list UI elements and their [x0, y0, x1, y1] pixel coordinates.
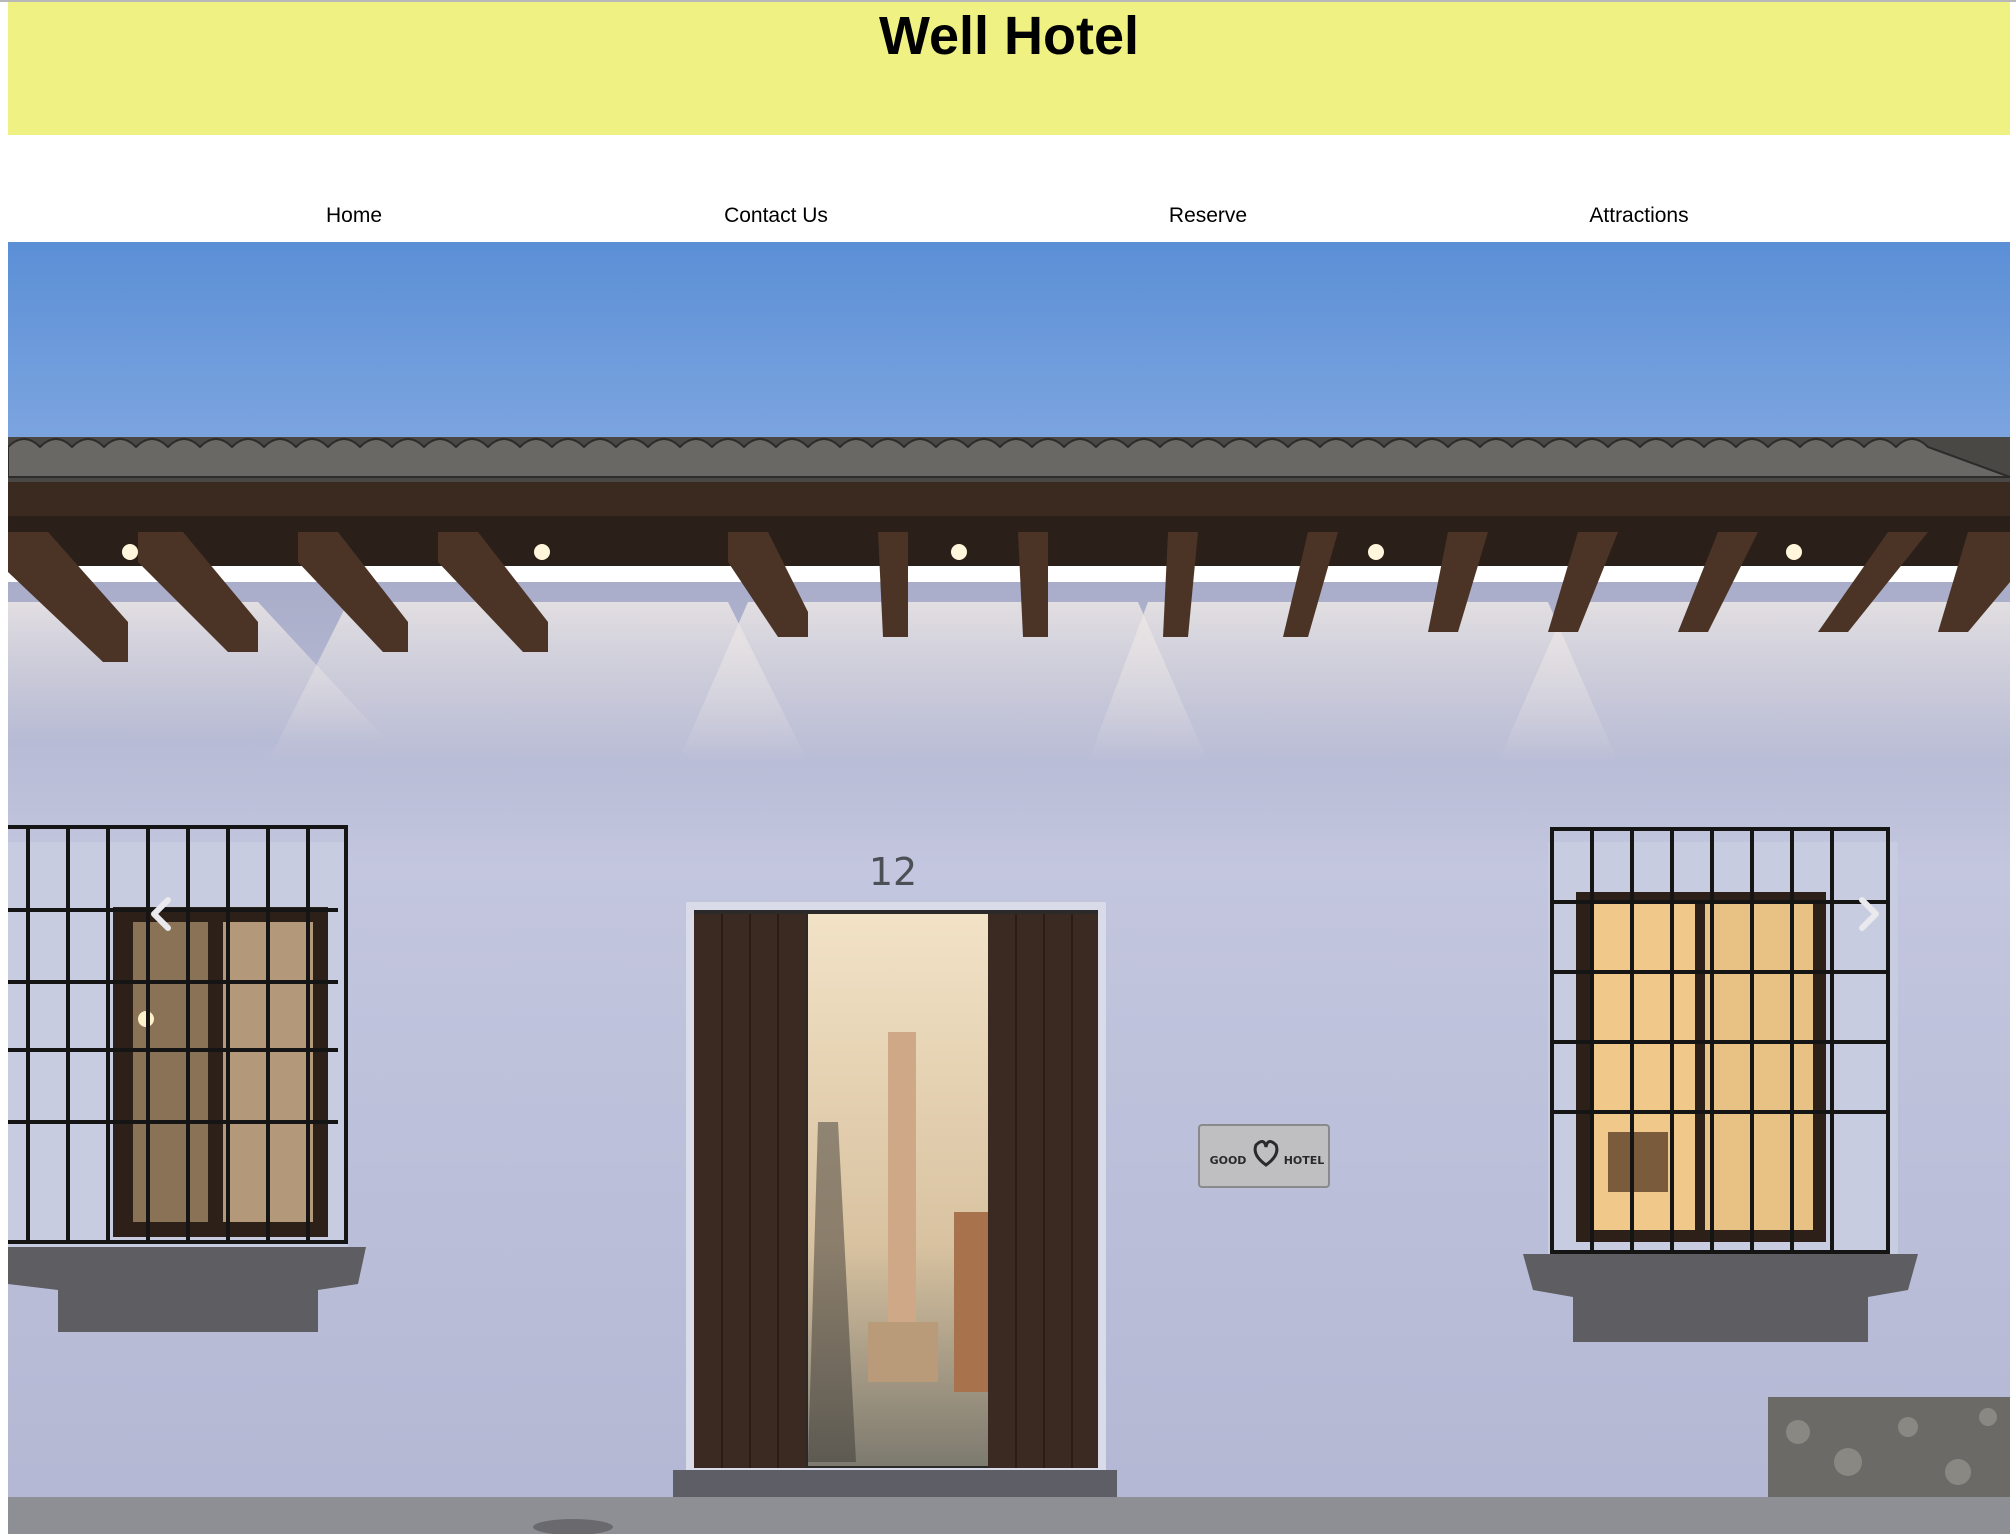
house-number: 12 — [869, 850, 917, 894]
chevron-right-icon — [1859, 897, 1879, 931]
sign-text-left: GOOD — [1210, 1154, 1247, 1167]
main-nav: Home Contact Us Reserve Attractions — [8, 196, 2010, 236]
nav-contact-us[interactable]: Contact Us — [724, 196, 828, 236]
nav-home[interactable]: Home — [326, 196, 382, 236]
nav-reserve[interactable]: Reserve — [1169, 196, 1247, 236]
carousel-next-button[interactable] — [1848, 892, 1888, 936]
nav-attractions[interactable]: Attractions — [1589, 196, 1688, 236]
carousel-prev-button[interactable] — [142, 892, 182, 936]
chevron-left-icon — [151, 897, 171, 931]
hero-image: 12 GOOD HOTEL — [8, 242, 2010, 1534]
sign-text-right: HOTEL — [1284, 1154, 1325, 1167]
site-header: Well Hotel — [8, 2, 2010, 135]
hero-carousel: 12 GOOD HOTEL — [8, 242, 2010, 1534]
site-title: Well Hotel — [878, 6, 1140, 66]
